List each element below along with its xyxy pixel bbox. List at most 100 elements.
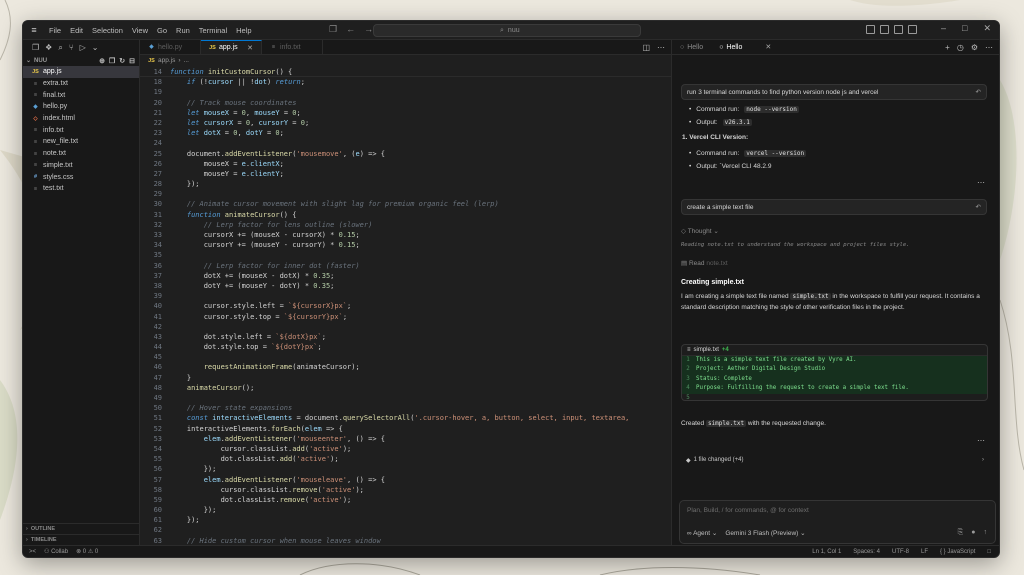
timeline-section[interactable]: › TIMELINE xyxy=(23,534,139,545)
breadcrumb-file[interactable]: app.js xyxy=(158,57,175,64)
file-item[interactable]: ≡ simple.txt xyxy=(23,160,139,172)
close-chat-tab-icon[interactable]: ✕ xyxy=(765,43,771,51)
maximize-icon[interactable]: □ xyxy=(962,23,967,34)
files-icon[interactable]: ❐ xyxy=(32,43,39,52)
back-arrow-icon[interactable]: ← xyxy=(346,24,355,35)
chat-tab-hello[interactable]: ○ Hello xyxy=(672,40,711,55)
split-editor-icon[interactable]: ◫ xyxy=(642,43,650,52)
run-debug-icon[interactable]: ▷ xyxy=(80,43,86,52)
read-file-link[interactable]: note.txt xyxy=(706,260,727,267)
file-item[interactable]: ≡ new_file.txt xyxy=(23,136,139,148)
code-line: 60 }); xyxy=(140,505,671,515)
new-folder-icon[interactable]: ❐ xyxy=(109,57,115,65)
model-dropdown[interactable]: Gemini 3 Flash (Preview) ⌄ xyxy=(725,529,805,537)
code-token: ); xyxy=(342,495,352,504)
source-control-icon[interactable]: ⑂ xyxy=(69,43,74,52)
menu-terminal[interactable]: Terminal xyxy=(199,26,227,35)
send-arrow-icon[interactable]: ↑ xyxy=(984,529,988,537)
agent-mode-dropdown[interactable]: ∞ Agent ⌄ xyxy=(687,529,717,537)
toggle-panel-icon[interactable] xyxy=(880,25,889,34)
menu-view[interactable]: View xyxy=(132,26,148,35)
refresh-icon[interactable]: ↻ xyxy=(119,57,125,65)
new-chat-icon[interactable]: + xyxy=(945,43,950,52)
file-item[interactable]: ≡ extra.txt xyxy=(23,78,139,90)
file-card-name[interactable]: simple.txt xyxy=(694,347,719,353)
code-token: dot.classList. xyxy=(170,495,280,504)
language-mode[interactable]: { } JavaScript xyxy=(940,549,975,555)
code-line: 50 // Hover state expansions xyxy=(140,403,671,413)
attach-icon[interactable]: ⎘ xyxy=(958,529,964,537)
explorer-folder-header[interactable]: ⌄ NUU ⊕ ❐ ↻ ⊟ xyxy=(23,55,139,66)
thought-toggle[interactable]: ◇ Thought ⌄ xyxy=(681,227,719,235)
history-icon[interactable]: ◷ xyxy=(957,43,964,52)
more-actions-icon[interactable]: ⋯ xyxy=(657,43,665,52)
user-message-1[interactable]: run 3 terminal commands to find python v… xyxy=(681,84,987,100)
encoding[interactable]: UTF-8 xyxy=(892,549,909,555)
collapse-all-icon[interactable]: ⊟ xyxy=(129,57,135,65)
close-window-icon[interactable]: ✕ xyxy=(983,23,991,34)
txt-file-icon: ≡ xyxy=(33,127,38,134)
breadcrumb-symbol[interactable]: ... xyxy=(184,57,189,64)
file-item[interactable]: ≡ note.txt xyxy=(23,148,139,160)
toggle-primary-sidebar-icon[interactable] xyxy=(866,25,875,34)
message-more-icon[interactable]: ⋯ xyxy=(977,436,985,445)
chat-tab-hello-active[interactable]: ○ Hello ✕ xyxy=(711,40,779,55)
menu-run[interactable]: Run xyxy=(176,26,190,35)
menu-help[interactable]: Help xyxy=(236,26,251,35)
remote-icon[interactable]: >< xyxy=(29,549,36,555)
customize-layout-icon[interactable] xyxy=(908,25,917,34)
files-changed-summary[interactable]: ◆ 1 file changed (+4) › xyxy=(681,453,988,467)
code-editor[interactable]: 14 function initCustomCursor() {18 if (!c… xyxy=(140,67,671,545)
copy-icon[interactable]: ❐ xyxy=(329,24,337,35)
indentation[interactable]: Spaces: 4 xyxy=(853,549,880,555)
file-item[interactable]: ≡ test.txt xyxy=(23,183,139,195)
minimize-icon[interactable]: – xyxy=(941,23,946,34)
tab-info-txt[interactable]: ≡ info.txt xyxy=(262,40,323,54)
command-center-search[interactable]: ⌕ nuu xyxy=(373,24,641,37)
search-sidebar-icon[interactable]: ⌕ xyxy=(58,43,62,53)
menu-edit[interactable]: Edit xyxy=(70,26,83,35)
settings-gear-icon[interactable]: ⚙ xyxy=(971,43,978,52)
menu-selection[interactable]: Selection xyxy=(92,26,123,35)
file-diff-card[interactable]: ≡ simple.txt +4 1 This is a simple text f… xyxy=(681,344,988,401)
line-text: document.addEventListener('mousemove', (… xyxy=(170,149,385,159)
undo-icon[interactable]: ↶ xyxy=(976,203,986,211)
new-file-icon[interactable]: ⊕ xyxy=(99,57,105,65)
end-of-line[interactable]: LF xyxy=(921,549,928,555)
tab-hello-py[interactable]: ◆ hello.py xyxy=(140,40,201,54)
close-tab-icon[interactable]: ✕ xyxy=(247,44,253,52)
microphone-icon[interactable]: ● xyxy=(971,529,975,537)
tab-app-js[interactable]: JS app.js ✕ xyxy=(201,40,262,54)
problems-item[interactable]: ⊗ 0 ⚠ 0 xyxy=(76,548,98,555)
undo-icon[interactable]: ↶ xyxy=(976,88,986,96)
forward-arrow-icon[interactable]: → xyxy=(364,24,373,35)
file-item[interactable]: JS app.js xyxy=(23,66,139,78)
input-actions: ⎘ ● ↑ xyxy=(958,529,987,537)
code-token: }); xyxy=(170,516,200,525)
more-views-icon[interactable]: ⌄ xyxy=(92,43,99,52)
user-message-2[interactable]: create a simple text file ↶ xyxy=(681,199,987,215)
file-item[interactable]: ◇ index.html xyxy=(23,113,139,125)
collab-item[interactable]: ⚇ Collab xyxy=(44,548,68,555)
toggle-secondary-sidebar-icon[interactable] xyxy=(894,25,903,34)
code-line: 54 cursor.classList.add('active'); xyxy=(140,444,671,454)
file-item[interactable]: # styles.css xyxy=(23,171,139,183)
outline-section[interactable]: › OUTLINE xyxy=(23,523,139,534)
chat-input-box[interactable]: Plan, Build, / for commands, @ for conte… xyxy=(679,500,996,544)
line-number: 32 xyxy=(153,220,162,229)
file-item[interactable]: ≡ info.txt xyxy=(23,124,139,136)
file-item[interactable]: ≡ final.txt xyxy=(23,89,139,101)
message-more-icon[interactable]: ⋯ xyxy=(977,178,985,187)
code-token: dot.classList. xyxy=(170,455,280,464)
file-item[interactable]: ◆ hello.py xyxy=(23,101,139,113)
notifications-icon[interactable]: □ xyxy=(987,549,991,555)
menu-go[interactable]: Go xyxy=(157,26,167,35)
code-line: 56 }); xyxy=(140,464,671,474)
menu-file[interactable]: File xyxy=(49,26,61,35)
cursor-position[interactable]: Ln 1, Col 1 xyxy=(812,549,841,555)
more-icon[interactable]: ⋯ xyxy=(985,43,993,52)
extensions-icon[interactable]: ❖ xyxy=(45,43,52,52)
changes-text: 1 file changed (+4) xyxy=(693,457,744,463)
